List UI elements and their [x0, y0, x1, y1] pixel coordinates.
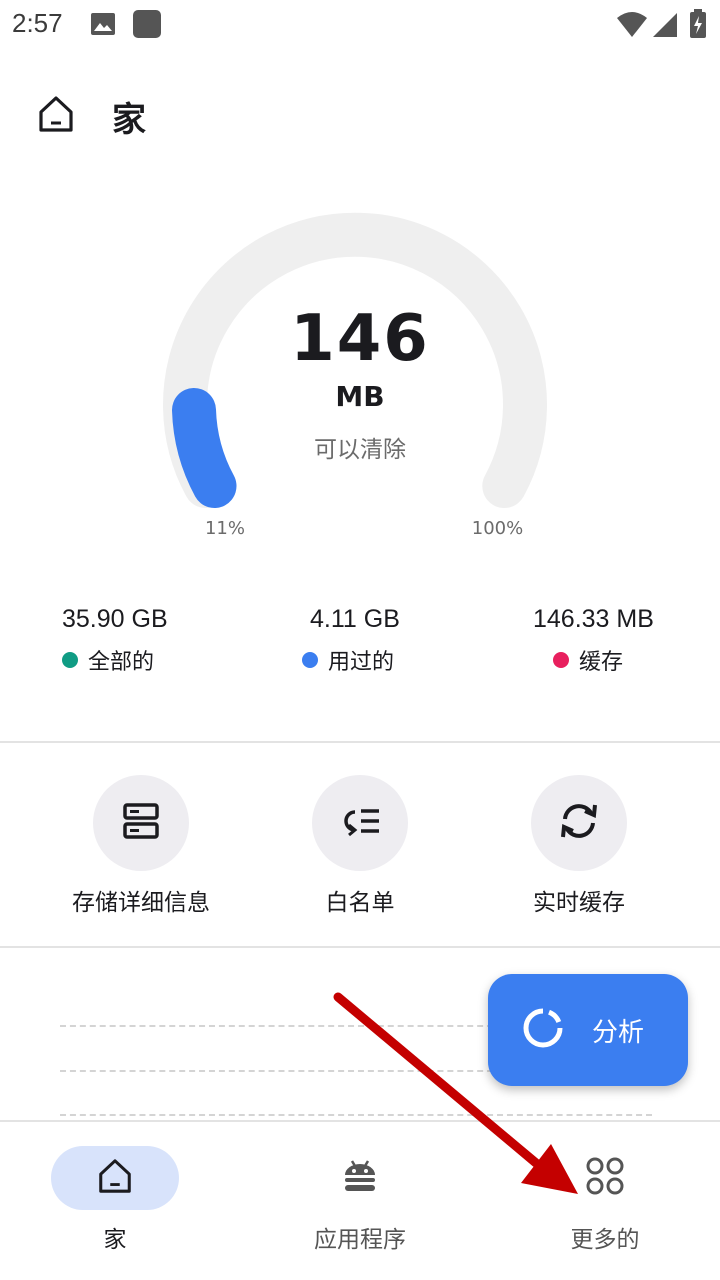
square-app-icon: [132, 9, 162, 43]
divider: [0, 741, 720, 743]
image-icon: [90, 12, 116, 40]
realtime-cache-button[interactable]: 实时缓存: [479, 775, 679, 917]
analyze-ring-icon: [522, 1007, 564, 1053]
tool-label: 实时缓存: [533, 890, 625, 916]
storage-gauge: 146 MB 可以清除 11% 100%: [0, 190, 720, 560]
android-icon: [341, 1157, 379, 1199]
app-header: 家: [0, 70, 720, 160]
nav-label: 家: [103, 1227, 127, 1253]
analyze-button[interactable]: 分析: [488, 974, 688, 1086]
wifi-icon: [616, 12, 648, 42]
refresh-icon: [557, 801, 601, 845]
gauge-max-label: 100%: [471, 518, 524, 539]
tool-label: 存储详细信息: [72, 890, 210, 916]
nav-item-more[interactable]: 更多的: [505, 1146, 705, 1254]
stat-label: 全部的: [88, 650, 155, 675]
stat-value: 146.33 MB: [533, 605, 654, 633]
status-time: 2:57: [12, 8, 63, 38]
gauge-min-label: 11%: [204, 518, 245, 539]
home-icon: [96, 1157, 134, 1199]
cleanable-size-unit: MB: [335, 380, 385, 413]
page-title: 家: [112, 100, 146, 140]
bottom-navigation: 家 应用程序 更多的: [0, 1120, 720, 1280]
signal-icon: [652, 12, 678, 42]
storage-icon: [121, 801, 161, 845]
divider: [0, 946, 720, 948]
gridline: [60, 1114, 652, 1116]
storage-stats: 35.90 GB 全部的 4.11 GB 用过的 146.33 MB 缓存: [0, 605, 720, 685]
stat-value: 4.11 GB: [310, 605, 400, 633]
stat-label: 用过的: [328, 650, 395, 675]
tool-shortcuts: 存储详细信息 白名单 实时缓存: [0, 775, 720, 925]
nav-item-apps[interactable]: 应用程序: [260, 1146, 460, 1254]
nav-label: 更多的: [570, 1227, 640, 1253]
legend-dot: [62, 652, 78, 668]
stat-label: 缓存: [579, 650, 624, 675]
legend-dot: [302, 652, 318, 668]
storage-details-button[interactable]: 存储详细信息: [41, 775, 241, 917]
nav-label: 应用程序: [314, 1227, 406, 1253]
legend-dot: [553, 652, 569, 668]
whitelist-button[interactable]: 白名单: [260, 775, 460, 917]
tool-label: 白名单: [325, 890, 395, 916]
battery-charging-icon: [688, 9, 708, 43]
stat-value: 35.90 GB: [62, 605, 168, 633]
stat-used: 4.11 GB 用过的: [302, 605, 400, 676]
cleanable-size-value: 146: [290, 302, 430, 376]
grid-circles-icon: [585, 1156, 625, 1200]
nav-item-home[interactable]: 家: [15, 1146, 215, 1254]
whitelist-icon: [339, 801, 381, 845]
status-bar: 2:57: [0, 0, 720, 50]
home-icon: [36, 94, 76, 134]
stat-total: 35.90 GB 全部的: [62, 605, 168, 676]
analyze-label: 分析: [592, 1017, 645, 1048]
stat-cache: 146.33 MB 缓存: [533, 605, 654, 676]
gauge-caption: 可以清除: [314, 437, 406, 463]
